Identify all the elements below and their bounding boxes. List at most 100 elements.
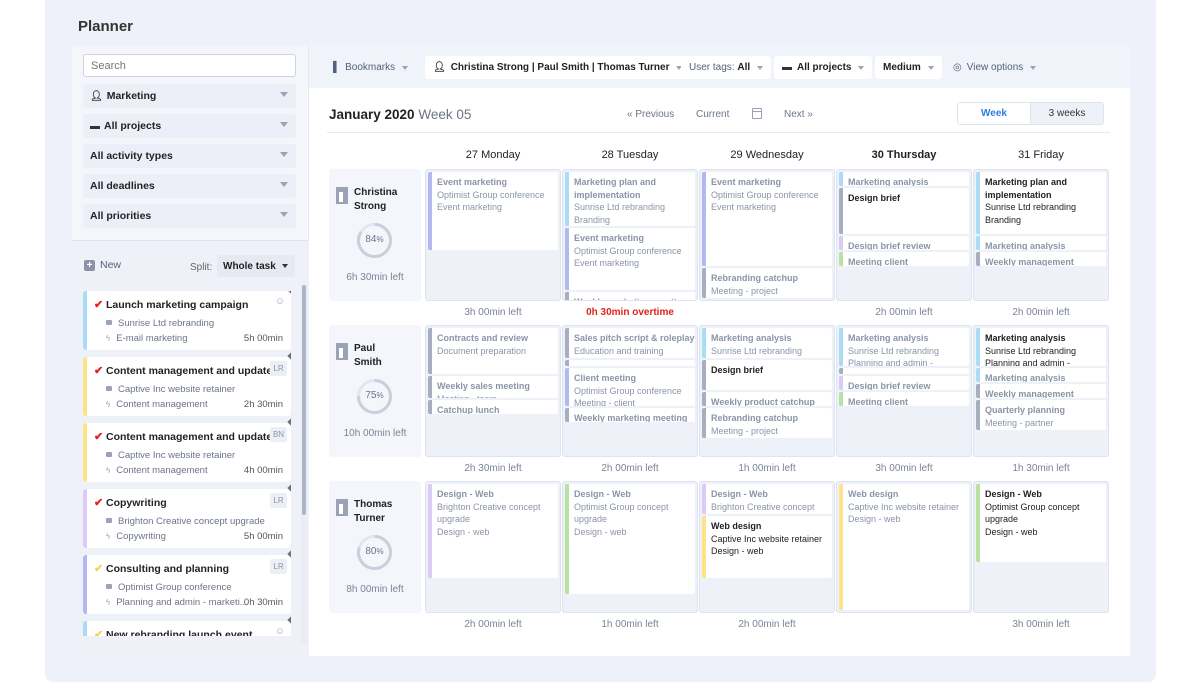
- user-tags-dropdown[interactable]: User tags: All: [681, 56, 772, 79]
- calendar-event[interactable]: Marketing plan and implementation Sunrise …: [565, 172, 695, 226]
- app-frame: Planner 👤︎Marketing ▬All projects All ac…: [45, 0, 1156, 682]
- day-cell[interactable]: Marketing analysis Sunrise Ltd rebranding…: [836, 325, 972, 457]
- day-cell[interactable]: Contracts and review Document preparation…: [425, 325, 561, 457]
- event-detail: Meeting - partner: [985, 417, 1054, 428]
- calendar-event[interactable]: Quarterly planning Meeting - partner: [976, 400, 1106, 430]
- event-detail: Branding: [985, 214, 1022, 225]
- event-detail: Event marketing: [711, 202, 777, 212]
- day-cell[interactable]: Event marketing Optimist Group conference…: [425, 169, 561, 301]
- day-cell[interactable]: Design - Web Optimist Group concept upgrad…: [562, 481, 698, 613]
- calendar-event[interactable]: Design brief: [702, 360, 832, 390]
- calendar-event[interactable]: Weekly management: [976, 252, 1106, 266]
- calendar-event[interactable]: Web design Captive Inc website retainer De…: [839, 484, 969, 610]
- day-cell[interactable]: Marketing plan and implementation Sunrise …: [973, 169, 1109, 301]
- calendar-event[interactable]: Design - Web Optimist Group concept upgrad…: [565, 484, 695, 594]
- day-cell[interactable]: Marketing plan and implementation Sunrise …: [562, 169, 698, 301]
- users-dropdown[interactable]: 👤︎ Christina Strong | Paul Smith | Thomas…: [425, 56, 691, 79]
- view-options-dropdown[interactable]: ◎ View options: [945, 56, 1044, 79]
- calendar-event[interactable]: Design - Web Brighton Creative concept upg…: [428, 484, 558, 578]
- task-card[interactable]: ✔ Consulting and planning LR Optimist Gr…: [83, 548, 291, 614]
- filter-priorities[interactable]: All priorities: [83, 204, 296, 228]
- calendar-event[interactable]: Event marketing Optimist Group conference…: [428, 172, 558, 250]
- briefcase-icon: [106, 584, 112, 589]
- calendar-event[interactable]: Web design Captive Inc website retainer De…: [702, 516, 832, 578]
- next-link[interactable]: Next »: [784, 109, 813, 120]
- assignee-badge: LR: [270, 361, 287, 376]
- calendar-event[interactable]: [565, 360, 695, 366]
- view-week-button[interactable]: Week: [958, 103, 1031, 124]
- calendar-event[interactable]: Design brief review: [839, 376, 969, 390]
- previous-link[interactable]: « Previous: [627, 109, 674, 120]
- search-input[interactable]: [83, 54, 296, 77]
- event-title: Design - Web: [574, 489, 631, 499]
- calendar-event[interactable]: Weekly sales meeting Meeting - team: [428, 376, 558, 398]
- scrollbar[interactable]: [302, 285, 306, 515]
- day-cell[interactable]: Design - Web Optimist Group concept upgrad…: [973, 481, 1109, 613]
- calendar-event[interactable]: Sales pitch script & roleplay Education a…: [565, 328, 695, 358]
- calendar-event[interactable]: Design - Web Optimist Group concept upgrad…: [976, 484, 1106, 562]
- day-cell[interactable]: Marketing analysis Sunrise Ltd rebranding…: [699, 325, 835, 457]
- split-select[interactable]: Whole task: [217, 255, 295, 277]
- calendar-event[interactable]: Marketing analysis Sunrise Ltd rebranding: [702, 328, 832, 358]
- event-detail: Sunrise Ltd rebranding: [711, 345, 803, 356]
- calendar-event[interactable]: Event marketing Optimist Group conference…: [702, 172, 832, 266]
- day-cell[interactable]: Design - Web Brighton Creative concept Web…: [699, 481, 835, 613]
- calendar-event[interactable]: Marketing analysis Sunrise Ltd rebranding…: [839, 328, 969, 366]
- calendar-event[interactable]: Rebranding catchup Meeting - project: [702, 268, 832, 298]
- projects-dropdown[interactable]: ▬ All projects: [774, 56, 873, 79]
- current-link[interactable]: Current: [696, 109, 729, 120]
- assignee-badge: BN: [270, 427, 287, 442]
- task-duration: 5h 00min: [243, 531, 283, 542]
- day-cell[interactable]: Event marketing Optimist Group conference…: [699, 169, 835, 301]
- calendar-event[interactable]: Marketing analysis: [839, 172, 969, 186]
- event-detail: Meeting - project: [711, 285, 779, 296]
- event-detail: Optimist Group conference: [437, 189, 545, 200]
- calendar-event[interactable]: Design brief review: [839, 236, 969, 250]
- calendar-event[interactable]: Client meeting Optimist Group conference M…: [565, 368, 695, 406]
- calendar-event[interactable]: Weekly management: [976, 384, 1106, 398]
- task-card[interactable]: ✔ Content management and updates BN Capt…: [83, 416, 291, 482]
- calendar-event[interactable]: Catchup lunch: [428, 400, 558, 414]
- calendar-event[interactable]: Rebranding catchup Meeting - project: [702, 408, 832, 438]
- calendar-event[interactable]: Meeting client: [839, 392, 969, 406]
- event-title: Marketing plan and: [985, 177, 1068, 187]
- calendar-event[interactable]: Design brief: [839, 188, 969, 234]
- calendar-event[interactable]: Meeting client: [839, 252, 969, 266]
- filter-label: All activity types: [90, 150, 173, 162]
- day-cell[interactable]: Marketing analysis Design brief Design bri…: [836, 169, 972, 301]
- user-tags-value: All: [737, 62, 751, 73]
- day-cell[interactable]: Sales pitch script & roleplay Education a…: [562, 325, 698, 457]
- calendar-event[interactable]: [839, 368, 969, 374]
- calendar-event[interactable]: Event marketing Optimist Group conference…: [565, 228, 695, 290]
- filter-team[interactable]: 👤︎ Marketing: [83, 84, 296, 108]
- calendar-event[interactable]: Weekly product catchup: [702, 392, 832, 406]
- task-duration: 4h 00min: [243, 465, 283, 476]
- calendar-icon[interactable]: [752, 108, 762, 119]
- calendar-event[interactable]: Marketing analysis Sunrise Ltd rebranding…: [976, 328, 1106, 366]
- task-panel: + New Split: Whole task ✔ Launch marketin…: [72, 240, 309, 656]
- calendar-event[interactable]: Weekly marketing meeting: [565, 408, 695, 422]
- calendar-event[interactable]: Marketing analysis: [976, 236, 1106, 250]
- filter-activity-types[interactable]: All activity types: [83, 144, 296, 168]
- calendar-event[interactable]: Design - Web Brighton Creative concept: [702, 484, 832, 514]
- day-cell[interactable]: Web design Captive Inc website retainer De…: [836, 481, 972, 613]
- task-card[interactable]: ✔ New rebranding launch event ☺: [83, 614, 291, 636]
- event-detail: Document preparation: [437, 345, 527, 356]
- day-cell[interactable]: Marketing analysis Sunrise Ltd rebranding…: [973, 325, 1109, 457]
- new-task-button[interactable]: + New: [84, 259, 121, 271]
- task-card[interactable]: ✔ Launch marketing campaign ☺ Sunrise Lt…: [83, 291, 291, 350]
- day-cell[interactable]: Design - Web Brighton Creative concept upg…: [425, 481, 561, 613]
- calendar-event[interactable]: Contracts and review Document preparation: [428, 328, 558, 374]
- calendar-event[interactable]: Marketing plan and implementation Sunrise …: [976, 172, 1106, 234]
- filter-projects[interactable]: ▬ All projects: [83, 114, 296, 138]
- event-detail: Optimist Group conference: [574, 245, 682, 256]
- size-dropdown[interactable]: Medium: [875, 56, 942, 79]
- task-card[interactable]: ✔ Content management and updates LR Capt…: [83, 350, 291, 416]
- calendar-event[interactable]: Weekly marketing meeting: [565, 292, 695, 300]
- task-card[interactable]: ✔ Copywriting LR Brighton Creative conce…: [83, 482, 291, 548]
- calendar-event[interactable]: Marketing analysis: [976, 368, 1106, 382]
- briefcase-icon: [106, 386, 112, 391]
- bookmarks-dropdown[interactable]: ▌ Bookmarks: [325, 56, 416, 79]
- view-3weeks-button[interactable]: 3 weeks: [1031, 103, 1103, 124]
- filter-deadlines[interactable]: All deadlines: [83, 174, 296, 198]
